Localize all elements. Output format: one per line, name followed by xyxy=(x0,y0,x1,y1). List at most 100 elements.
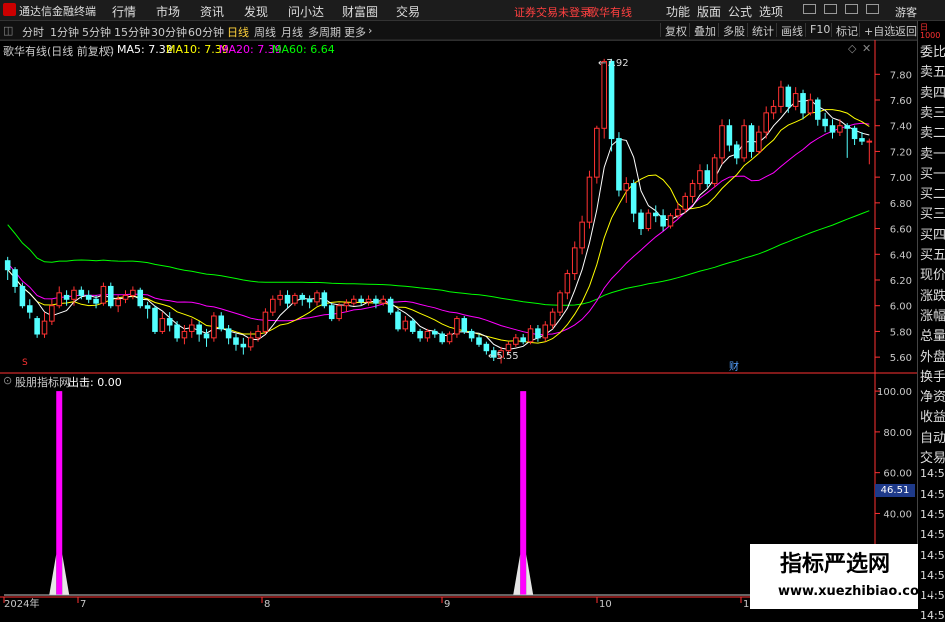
quote-panel-item: 卖五 xyxy=(920,65,945,81)
quote-panel-item: 14:56 xyxy=(920,487,945,501)
candle-body xyxy=(571,247,578,275)
quote-panel-item: 买三 xyxy=(920,207,945,223)
candle-body xyxy=(49,305,55,322)
candle-body xyxy=(689,183,696,197)
candle-body xyxy=(351,298,357,304)
candle-body xyxy=(284,294,291,304)
candle-body xyxy=(321,292,328,307)
quote-panel: 日 1000 委比 卖五 卖四 卖三 卖二 卖一 买一 买二 买三 买四 买五 现价 涨跌 涨幅 总量 外盘换… xyxy=(917,21,945,622)
financial-report-marker[interactable]: 财 xyxy=(729,358,739,373)
candle-body xyxy=(85,294,92,300)
y-tick-label: 6.60 xyxy=(890,225,912,236)
quote-panel-item: 涨跌 xyxy=(920,288,945,304)
candle-body xyxy=(26,305,33,313)
quote-panel-item: 买一 xyxy=(920,166,945,182)
chart-canvas[interactable]: 5.60 5.80 6.00 6.20 6.40 6.60 6.80 7.00 7.20 7.40… xyxy=(0,0,945,609)
candle-body xyxy=(792,93,799,107)
candle-body xyxy=(594,127,600,178)
watermark-box: 指标严选网 www.xuezhibiao.com xyxy=(750,544,932,609)
quote-panel-item: 总量 xyxy=(920,329,945,345)
y-tick-label: 7.80 xyxy=(890,70,912,81)
quote-panel-item: 外盘 xyxy=(920,349,945,365)
quote-panel-item: 14:56 xyxy=(920,568,945,582)
quote-panel-item: 买五 xyxy=(920,248,945,263)
indicator-tick-label: 60.00 xyxy=(883,469,912,480)
candle-body xyxy=(144,305,151,309)
candle-body xyxy=(468,330,475,339)
ma10-line xyxy=(7,109,870,344)
quote-panel-item: 买二 xyxy=(920,187,945,203)
candle-body xyxy=(424,330,431,339)
candle-body xyxy=(520,337,526,343)
candle-body xyxy=(638,212,644,230)
y-tick-label: 5.80 xyxy=(890,327,912,338)
indicator-spike-edge xyxy=(526,554,534,595)
candle-body xyxy=(616,138,622,191)
candle-body xyxy=(78,289,85,296)
quote-panel-item: 14:56 xyxy=(920,528,945,542)
candle-body xyxy=(387,298,394,313)
ma5-line xyxy=(7,99,870,350)
candle-body xyxy=(218,315,225,330)
quote-panel-item: 涨幅 xyxy=(920,308,945,324)
indicator-tick-label: 40.00 xyxy=(883,509,912,520)
candle-body xyxy=(365,298,372,303)
candle-body xyxy=(409,320,416,332)
candle-body xyxy=(741,125,747,159)
indicator-value-tag: 46.51 xyxy=(875,484,915,497)
candle-body xyxy=(417,330,423,339)
candle-body xyxy=(652,212,659,217)
quote-panel-item: 14:56 xyxy=(920,609,945,622)
y-tick-label: 6.80 xyxy=(890,199,912,210)
candle-body xyxy=(800,93,806,114)
candle-body xyxy=(343,302,350,307)
candle-body xyxy=(189,324,195,332)
candle-body xyxy=(211,315,217,339)
y-tick-label: 6.20 xyxy=(890,276,912,287)
candle-body xyxy=(115,298,121,307)
candle-body xyxy=(844,125,851,129)
y-tick-label: 7.60 xyxy=(890,96,912,107)
quote-panel-item: 自动 xyxy=(920,430,945,446)
candle-body xyxy=(336,305,342,320)
candle-body xyxy=(454,318,460,335)
candle-body xyxy=(513,337,519,345)
candle-body xyxy=(358,298,364,303)
candle-body xyxy=(660,215,666,227)
candle-body xyxy=(483,343,490,352)
candle-body xyxy=(432,330,438,335)
candle-body xyxy=(630,183,637,214)
candle-body xyxy=(446,333,453,343)
low-price-value: 5.55 xyxy=(496,351,519,362)
candle-body xyxy=(785,86,792,107)
candle-body xyxy=(225,328,232,339)
candle-body xyxy=(866,140,873,143)
quote-panel-item: 收益 xyxy=(920,410,945,426)
candle-body xyxy=(203,333,210,339)
candle-body xyxy=(56,292,63,307)
quote-panel-item: 卖二 xyxy=(920,126,945,142)
quote-panel-item: 交易 xyxy=(920,451,945,466)
y-tick-label: 7.40 xyxy=(890,122,912,133)
indicator-spike xyxy=(56,391,63,595)
candle-body xyxy=(814,99,821,120)
candle-body xyxy=(395,311,401,330)
indicator-spike-edge xyxy=(513,554,521,595)
candle-body xyxy=(770,105,777,114)
candle-body xyxy=(439,333,445,343)
quote-panel-item: 换手 xyxy=(920,369,945,385)
s-marker[interactable]: S xyxy=(22,358,28,368)
quote-panel-item: 14:56 xyxy=(920,507,945,521)
candle-body xyxy=(262,311,269,332)
quote-panel-item: 委比 xyxy=(920,45,945,60)
candle-body xyxy=(174,324,180,339)
x-tick-label: 2024年 xyxy=(4,597,39,609)
candle-body xyxy=(859,138,865,142)
candle-body xyxy=(535,328,541,339)
y-tick-label: 7.20 xyxy=(890,147,912,158)
candle-body xyxy=(292,294,298,304)
ma60-line xyxy=(7,210,870,306)
candle-body xyxy=(196,324,202,335)
high-price-value: 7.92 xyxy=(606,58,629,69)
candle-body xyxy=(645,212,652,230)
